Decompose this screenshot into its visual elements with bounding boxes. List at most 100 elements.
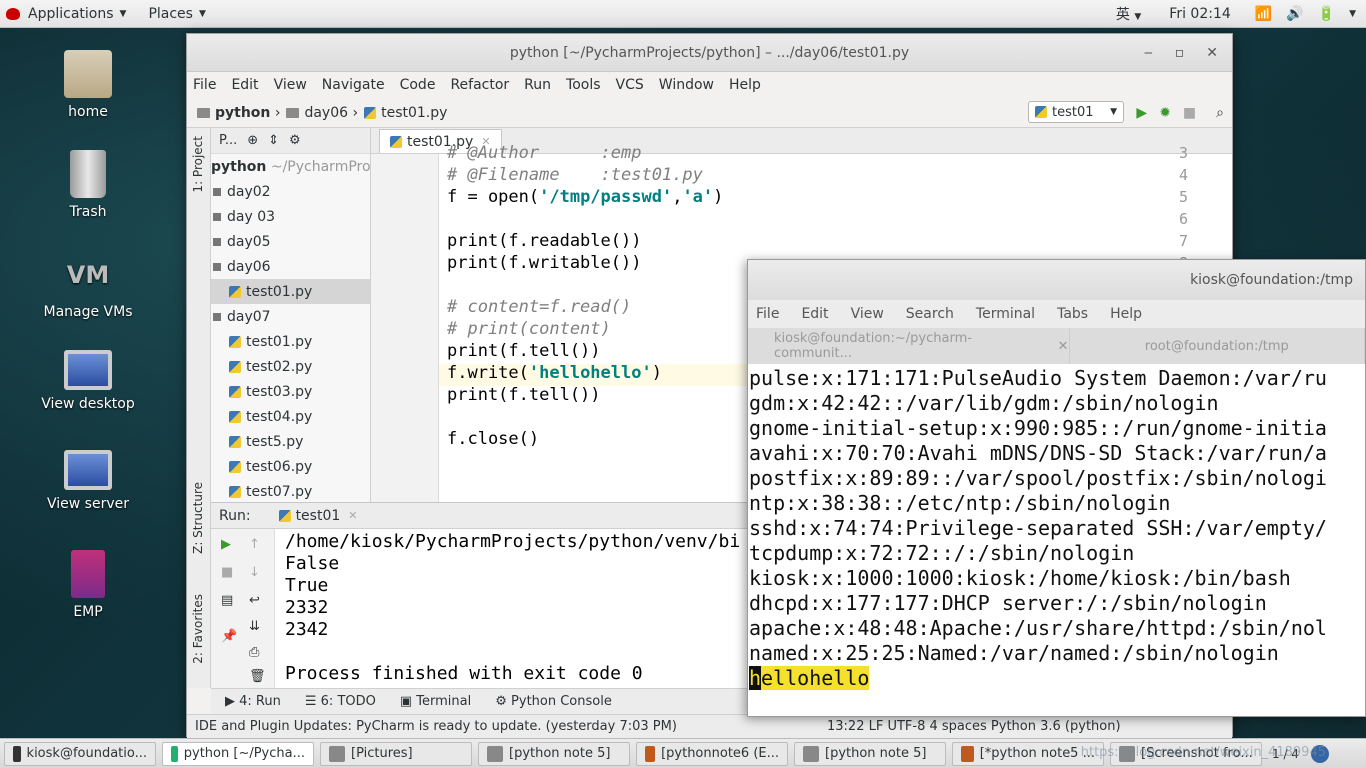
code-line[interactable]: print(f.readable()) <box>447 231 641 251</box>
tree-item[interactable]: day05 <box>211 229 370 254</box>
code-line[interactable]: # @Filename :test01.py <box>447 165 703 185</box>
menu-refactor[interactable]: Refactor <box>450 77 509 93</box>
home-desktop-icon[interactable]: home <box>23 50 153 120</box>
emp-desktop-icon[interactable]: EMP <box>23 550 153 620</box>
breadcrumb-python[interactable]: python › <box>197 105 280 121</box>
code-line[interactable]: f = open('/tmp/passwd','a') <box>447 187 723 207</box>
battery-icon[interactable]: 🔋 <box>1318 6 1335 22</box>
up-arrow-icon[interactable]: ↑ <box>249 537 260 552</box>
down-arrow-icon[interactable]: ↓ <box>249 565 260 580</box>
window-titlebar[interactable]: python [~/PycharmProjects/python] – .../… <box>187 34 1232 72</box>
run-output[interactable]: /home/kiosk/PycharmProjects/python/venv/… <box>285 531 740 685</box>
menu-run[interactable]: Run <box>524 77 551 93</box>
run-config-select[interactable]: test01 ▼ <box>1028 101 1124 123</box>
target-icon[interactable]: ⊕ <box>247 133 258 148</box>
menu-tabs[interactable]: Tabs <box>1057 306 1088 322</box>
task-button[interactable]: [python note 5] <box>794 741 946 766</box>
power-menu[interactable]: ▼ <box>1349 9 1356 19</box>
collapse-icon[interactable]: ⇕ <box>268 133 279 148</box>
menu-view[interactable]: View <box>274 77 307 93</box>
breadcrumb-file[interactable]: test01.py <box>364 105 447 121</box>
code-line[interactable]: # print(content) <box>447 319 611 339</box>
minimize-button[interactable]: ‒ <box>1144 45 1153 61</box>
wifi-icon[interactable]: 📶 <box>1255 6 1272 22</box>
code-line[interactable]: print(f.tell()) <box>447 385 601 405</box>
tree-item[interactable]: test01.py <box>211 329 370 354</box>
terminal-tab-2[interactable]: root@foundation:/tmp <box>1070 328 1365 364</box>
menu-search[interactable]: Search <box>906 306 954 322</box>
run-tool-tab[interactable]: ▶ 4: Run <box>225 694 281 709</box>
input-method-indicator[interactable]: 英 ▼ <box>1116 4 1141 24</box>
stop-icon[interactable]: ■ <box>1183 105 1196 121</box>
favorites-tool-tab[interactable]: 2: Favorites <box>191 594 205 664</box>
places-menu[interactable]: Places ▼ <box>148 6 205 22</box>
code-line[interactable]: f.write('hellohello') <box>447 363 662 383</box>
tree-item[interactable]: test06.py <box>211 454 370 479</box>
clock[interactable]: Fri 02:14 <box>1169 6 1230 22</box>
debug-icon[interactable]: ✹ <box>1159 105 1171 121</box>
volume-icon[interactable]: 🔊 <box>1286 6 1303 22</box>
tree-item[interactable]: day06 <box>211 254 370 279</box>
menu-help[interactable]: Help <box>729 77 761 93</box>
pin-icon[interactable]: 📌 <box>221 629 237 644</box>
task-button[interactable]: [python note 5] <box>478 741 630 766</box>
menu-file[interactable]: File <box>193 77 216 93</box>
close-icon[interactable]: ✕ <box>1058 339 1069 354</box>
close-button[interactable]: ✕ <box>1206 45 1218 61</box>
python-console-tool-tab[interactable]: ⚙ Python Console <box>495 694 612 709</box>
print-icon[interactable]: ⎙ <box>249 645 259 660</box>
stop-icon[interactable]: ■ <box>221 565 233 580</box>
status-message[interactable]: IDE and Plugin Updates: PyCharm is ready… <box>195 719 677 734</box>
manage-vms-desktop-icon[interactable]: VM Manage VMs <box>23 250 153 320</box>
menu-view[interactable]: View <box>851 306 884 322</box>
tree-item[interactable]: day 03 <box>211 204 370 229</box>
code-line[interactable]: print(f.writable()) <box>447 253 641 273</box>
terminal-titlebar[interactable]: kiosk@foundation:/tmp <box>748 260 1365 300</box>
tree-item[interactable]: test07.py <box>211 479 370 502</box>
menu-code[interactable]: Code <box>400 77 436 93</box>
rerun-icon[interactable]: ▶ <box>221 537 231 552</box>
trash-icon[interactable]: 🗑 <box>249 669 266 684</box>
menu-edit[interactable]: Edit <box>231 77 258 93</box>
menu-help[interactable]: Help <box>1110 306 1142 322</box>
menu-window[interactable]: Window <box>659 77 714 93</box>
tree-item-selected[interactable]: test01.py <box>211 279 370 304</box>
search-icon[interactable]: ⌕ <box>1216 105 1224 121</box>
gear-icon[interactable]: ⚙ <box>289 133 301 148</box>
task-button[interactable]: python [~/Pycha... <box>162 741 314 766</box>
menu-tools[interactable]: Tools <box>566 77 601 93</box>
menu-edit[interactable]: Edit <box>801 306 828 322</box>
tree-item[interactable]: day02 <box>211 179 370 204</box>
terminal-tab-1[interactable]: kiosk@foundation:~/pycharm-communit... ✕ <box>748 328 1070 364</box>
task-button[interactable]: [pythonnote6 (E... <box>636 741 788 766</box>
run-tab[interactable]: test01 <box>296 508 341 524</box>
tree-item[interactable]: test03.py <box>211 379 370 404</box>
menu-terminal[interactable]: Terminal <box>976 306 1035 322</box>
tree-item[interactable]: day07 <box>211 304 370 329</box>
project-tool-tab[interactable]: 1: Project <box>191 136 205 193</box>
todo-tool-tab[interactable]: ☰ 6: TODO <box>305 694 376 709</box>
code-line[interactable]: # content=f.read() <box>447 297 631 317</box>
terminal-output[interactable]: pulse:x:171:171:PulseAudio System Daemon… <box>748 364 1365 693</box>
breadcrumb-day06[interactable]: day06 › <box>286 105 358 121</box>
status-right[interactable]: 13:22 LF UTF-8 4 spaces Python 3.6 (pyth… <box>827 719 1121 734</box>
structure-tool-tab[interactable]: Z: Structure <box>191 482 205 554</box>
tree-item[interactable]: test04.py <box>211 404 370 429</box>
tree-root[interactable]: python ~/PycharmProjec <box>211 154 370 179</box>
trash-desktop-icon[interactable]: Trash <box>23 150 153 220</box>
scroll-end-icon[interactable]: ⇊ <box>249 619 260 634</box>
tree-item[interactable]: test5.py <box>211 429 370 454</box>
applications-menu[interactable]: Applications ▼ <box>6 6 126 22</box>
tree-item[interactable]: test02.py <box>211 354 370 379</box>
code-line[interactable]: # @Author :emp <box>447 143 641 163</box>
terminal-tool-tab[interactable]: ▣ Terminal <box>400 694 471 709</box>
menu-file[interactable]: File <box>756 306 779 322</box>
view-desktop-icon[interactable]: View desktop <box>23 350 153 412</box>
close-icon[interactable]: ✕ <box>348 509 357 522</box>
task-button[interactable]: kiosk@foundatio... <box>4 741 156 766</box>
menu-vcs[interactable]: VCS <box>616 77 644 93</box>
project-view-select[interactable]: P... <box>219 133 237 148</box>
task-button[interactable]: [Pictures] <box>320 741 472 766</box>
run-icon[interactable]: ▶ <box>1136 105 1147 121</box>
maximize-button[interactable]: ▫ <box>1175 45 1185 61</box>
